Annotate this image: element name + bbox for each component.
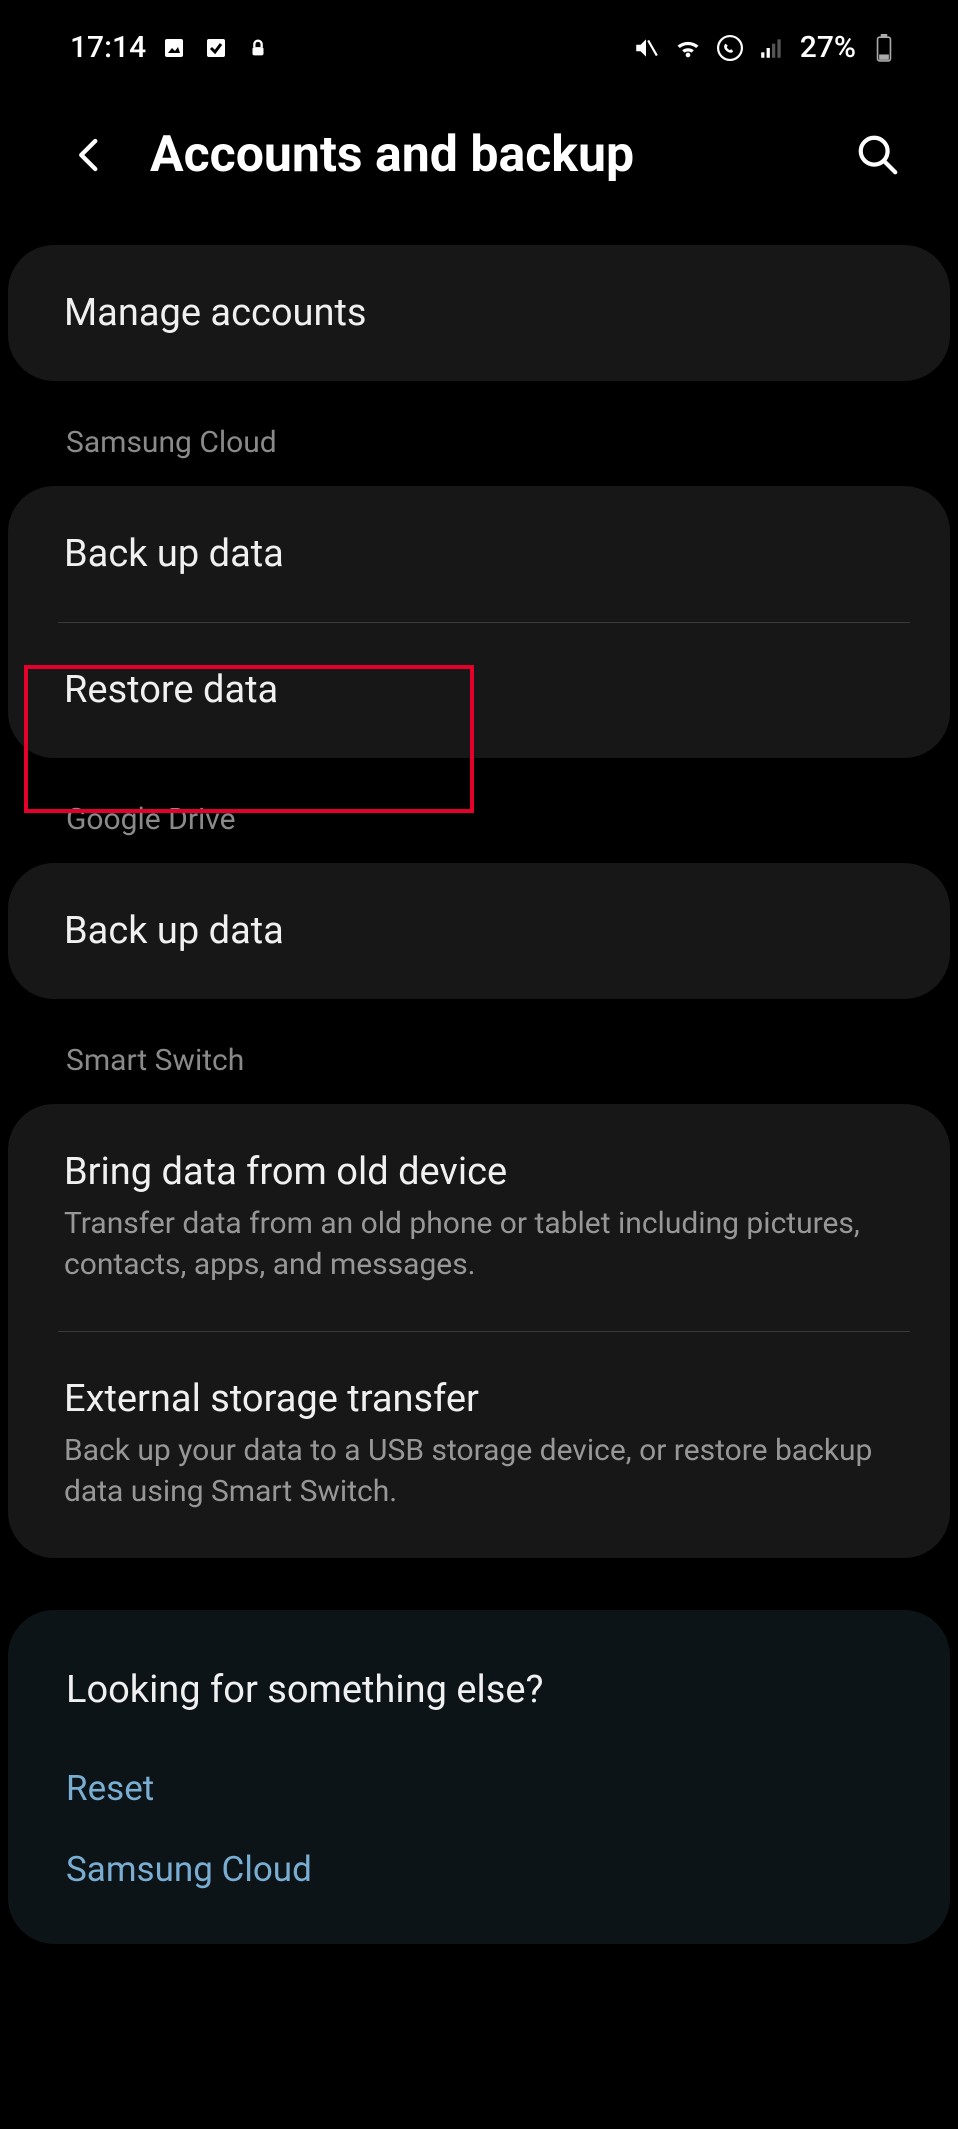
external-storage-title: External storage transfer <box>64 1377 894 1421</box>
samsung-cloud-card: Back up data Restore data <box>8 486 950 758</box>
battery-icon <box>870 34 898 62</box>
checkbox-icon <box>202 34 230 62</box>
signal-icon <box>758 34 786 62</box>
back-button[interactable] <box>60 125 120 185</box>
search-button[interactable] <box>848 125 908 185</box>
manage-accounts-row[interactable]: Manage accounts <box>8 245 950 381</box>
google-drive-backup-row[interactable]: Back up data <box>8 863 950 999</box>
wifi-calling-icon <box>716 34 744 62</box>
samsung-cloud-restore-label: Restore data <box>64 668 278 712</box>
external-storage-desc: Back up your data to a USB storage devic… <box>64 1431 894 1512</box>
lock-icon <box>244 34 272 62</box>
manage-accounts-card: Manage accounts <box>8 245 950 381</box>
looking-for-card: Looking for something else? Reset Samsun… <box>8 1610 950 1944</box>
search-icon <box>855 132 901 178</box>
smart-switch-card: Bring data from old device Transfer data… <box>8 1104 950 1558</box>
looking-for-title: Looking for something else? <box>8 1610 950 1748</box>
smart-switch-section-label: Smart Switch <box>8 999 950 1104</box>
samsung-cloud-restore-row[interactable]: Restore data <box>8 622 950 758</box>
google-drive-backup-label: Back up data <box>64 909 284 953</box>
bring-data-title: Bring data from old device <box>64 1150 894 1194</box>
looking-for-link-samsung-cloud[interactable]: Samsung Cloud <box>8 1829 950 1944</box>
external-storage-row[interactable]: External storage transfer Back up your d… <box>8 1331 950 1558</box>
bring-data-row[interactable]: Bring data from old device Transfer data… <box>8 1104 950 1331</box>
vibrate-mute-icon <box>632 34 660 62</box>
manage-accounts-label: Manage accounts <box>64 291 367 335</box>
samsung-cloud-backup-row[interactable]: Back up data <box>8 486 950 622</box>
chevron-left-icon <box>69 134 111 176</box>
samsung-cloud-section-label: Samsung Cloud <box>8 381 950 486</box>
bring-data-desc: Transfer data from an old phone or table… <box>64 1204 894 1285</box>
status-time: 17:14 <box>70 30 146 65</box>
image-icon <box>160 34 188 62</box>
looking-for-link-reset[interactable]: Reset <box>8 1748 950 1829</box>
google-drive-card: Back up data <box>8 863 950 999</box>
wifi-icon <box>674 34 702 62</box>
status-right: 27% <box>632 30 898 65</box>
samsung-cloud-backup-label: Back up data <box>64 532 284 576</box>
battery-percent: 27% <box>800 30 856 65</box>
status-bar: 17:14 27% <box>0 0 958 75</box>
status-left: 17:14 <box>70 30 272 65</box>
header: Accounts and backup <box>0 75 958 245</box>
google-drive-section-label: Google Drive <box>8 758 950 863</box>
page-title: Accounts and backup <box>150 126 634 184</box>
